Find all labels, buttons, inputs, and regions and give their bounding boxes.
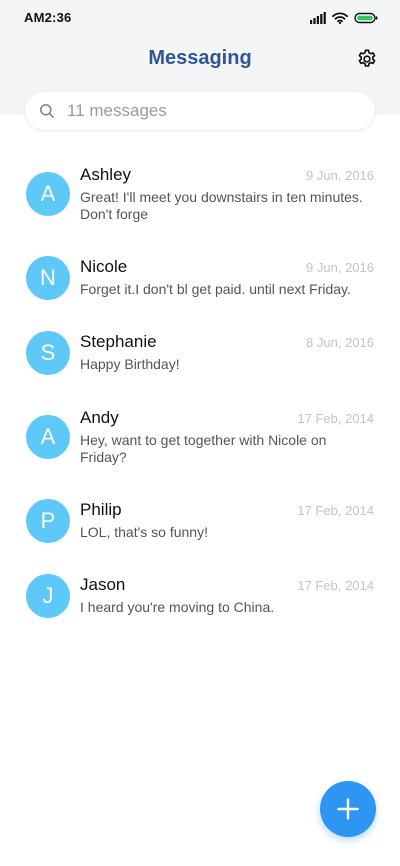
wifi-icon (332, 12, 348, 24)
plus-icon (337, 798, 359, 820)
message-preview: I heard you're moving to China. (80, 599, 275, 615)
status-icons (310, 10, 378, 26)
message-preview: Happy Birthday! (80, 356, 180, 372)
battery-icon (354, 12, 378, 24)
contact-name: Stephanie (80, 332, 157, 351)
status-bar: AM2:36 (0, 0, 400, 36)
search-input[interactable] (67, 101, 347, 121)
avatar: A (26, 172, 70, 216)
message-date: 8 Jun, 2016 (306, 335, 374, 350)
signal-icon (310, 12, 326, 24)
contact-name: Ashley (80, 165, 132, 184)
contact-name: Nicole (80, 257, 128, 276)
avatar: S (26, 331, 70, 375)
message-preview: LOL, that's so funny! (80, 524, 208, 540)
conversation-item-nicole[interactable]: N Nicole 9 Jun, 2016 Forget it.I don't b… (0, 256, 400, 303)
status-time: AM2:36 (24, 10, 72, 25)
message-preview: Hey, want to get together with Nicole on… (80, 432, 327, 465)
conversation-item-andy[interactable]: A Andy 17 Feb, 2014 Hey, want to get tog… (0, 408, 400, 470)
search-icon (39, 103, 55, 119)
message-date: 9 Jun, 2016 (306, 260, 374, 275)
contact-name: Andy (80, 408, 119, 427)
settings-button[interactable] (354, 46, 380, 72)
search-bar (25, 92, 375, 130)
avatar: A (26, 415, 70, 459)
gear-icon (358, 49, 376, 67)
avatar: P (26, 499, 70, 543)
message-preview: Great! I'll meet you downstairs in ten m… (80, 189, 363, 222)
message-date: 17 Feb, 2014 (297, 411, 374, 426)
conversation-item-jason[interactable]: J Jason 17 Feb, 2014 I heard you're movi… (0, 574, 400, 621)
page-title: Messaging (148, 47, 252, 69)
contact-name: Jason (80, 575, 126, 594)
new-message-button[interactable] (320, 781, 376, 837)
avatar: N (26, 256, 70, 300)
contact-name: Philip (80, 500, 122, 519)
conversation-item-ashley[interactable]: A Ashley 9 Jun, 2016 Great! I'll meet yo… (0, 165, 400, 227)
conversation-item-stephanie[interactable]: S Stephanie 8 Jun, 2016 Happy Birthday! (0, 331, 400, 378)
message-preview: Forget it.I don't bl get paid. until nex… (80, 281, 351, 297)
avatar: J (26, 574, 70, 618)
message-date: 17 Feb, 2014 (297, 578, 374, 593)
conversation-item-philip[interactable]: P Philip 17 Feb, 2014 LOL, that's so fun… (0, 499, 400, 546)
message-date: 17 Feb, 2014 (297, 503, 374, 518)
message-date: 9 Jun, 2016 (306, 168, 374, 183)
